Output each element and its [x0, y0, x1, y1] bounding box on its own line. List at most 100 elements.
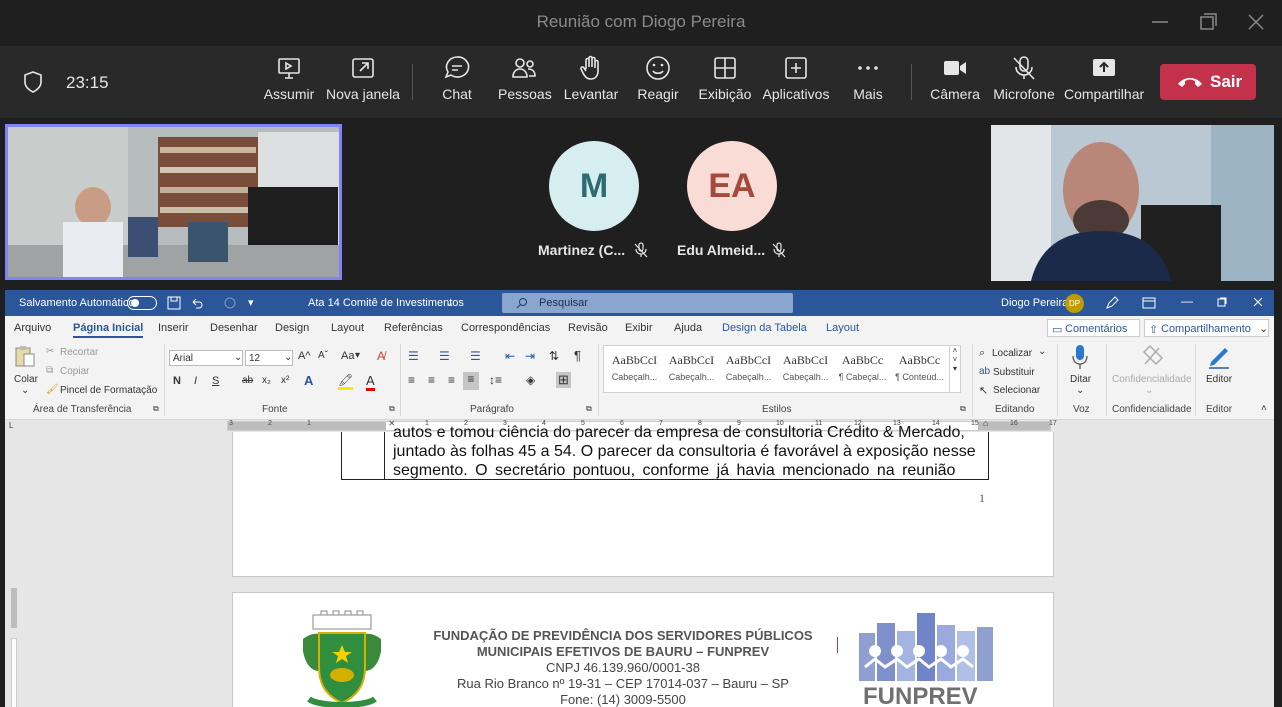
tab-selector-icon[interactable]: L — [9, 421, 13, 430]
minimize-icon[interactable] — [1148, 10, 1172, 34]
editor-button[interactable]: Editor — [1206, 374, 1232, 385]
exibicao-button[interactable]: Exibição — [698, 54, 752, 102]
right-indent-marker-icon[interactable]: ⌂ — [983, 418, 988, 428]
multilevel-list-icon[interactable]: ☰ — [470, 349, 481, 363]
font-color-icon[interactable]: A — [366, 373, 375, 391]
sensitivity-icon[interactable] — [1141, 344, 1163, 368]
tab-referencias[interactable]: Referências — [384, 322, 443, 334]
more-styles-icon[interactable]: ▾ — [950, 364, 960, 373]
maximize-icon[interactable] — [1217, 297, 1227, 307]
format-painter-button[interactable]: Pincel de Formatação — [60, 385, 157, 396]
dialog-launcher-icon[interactable]: ⧉ — [960, 404, 966, 414]
nova-janela-button[interactable]: Nova janela — [326, 54, 400, 102]
clear-formatting-icon[interactable]: A̸ — [377, 349, 385, 363]
aplicativos-button[interactable]: Aplicativos — [762, 54, 830, 102]
chevron-down-icon[interactable]: ⌄ — [1145, 385, 1153, 396]
numbering-icon[interactable]: ☰ — [439, 349, 450, 363]
strikethrough-button[interactable]: ab — [242, 375, 253, 386]
document-line[interactable]: autos e tomou ciência do parecer da empr… — [393, 424, 965, 442]
align-center-icon[interactable]: ≡ — [428, 373, 435, 387]
camera-button[interactable]: Câmera — [930, 54, 980, 102]
tab-inserir[interactable]: Inserir — [158, 322, 189, 334]
microfone-button[interactable]: Microfone — [992, 54, 1056, 102]
leave-button[interactable]: Sair — [1160, 64, 1256, 100]
grow-font-icon[interactable]: A^ — [298, 350, 311, 362]
cut-button[interactable]: Recortar — [60, 347, 98, 358]
share-button[interactable]: ⇧ Compartilhamento ⌄ — [1144, 319, 1269, 337]
tab-revisao[interactable]: Revisão — [568, 322, 608, 334]
paste-icon[interactable] — [14, 344, 36, 368]
paste-label[interactable]: Colar — [14, 374, 38, 385]
tab-layout[interactable]: Layout — [331, 322, 364, 334]
chat-button[interactable]: Chat — [436, 54, 478, 102]
justify-icon[interactable]: ≡ — [463, 372, 479, 390]
chevron-down-icon[interactable]: ⌄ — [1076, 385, 1084, 396]
decrease-indent-icon[interactable]: ⇤ — [505, 349, 515, 363]
dictate-button[interactable]: Ditar — [1070, 374, 1091, 385]
line-spacing-icon[interactable]: ↕≡ — [489, 373, 502, 387]
mais-button[interactable]: Mais — [846, 54, 890, 102]
tab-pagina-inicial[interactable]: Página Inicial — [73, 322, 144, 338]
underline-button[interactable]: S — [212, 375, 219, 387]
change-case-button[interactable]: Aa — [341, 350, 354, 362]
font-name-box[interactable]: Arial ⌄ — [169, 350, 243, 366]
shrink-font-icon[interactable]: Aˇ — [318, 350, 328, 361]
font-size-box[interactable]: 12 ⌄ — [245, 350, 293, 366]
qat-customize-icon[interactable]: ▾ — [248, 296, 254, 309]
show-formatting-icon[interactable]: ¶ — [574, 348, 581, 363]
participant-video-left[interactable] — [5, 124, 342, 280]
chevron-up-icon[interactable]: ˄ — [950, 346, 960, 355]
maximize-icon[interactable] — [1196, 10, 1220, 34]
collapse-ribbon-icon[interactable]: ˄ — [1261, 403, 1267, 414]
chevron-down-icon[interactable]: ⌄ — [21, 385, 29, 396]
save-icon[interactable] — [167, 296, 181, 310]
document-page[interactable]: FUNDAÇÃO DE PREVIDÊNCIA DOS SERVIDORES P… — [232, 592, 1054, 707]
style-item[interactable]: AaBbCcI Cabeçalh... — [663, 346, 720, 392]
subscript-button[interactable]: x₂ — [262, 375, 271, 386]
select-button[interactable]: Selecionar — [993, 385, 1040, 396]
vertical-ruler[interactable] — [9, 588, 19, 707]
tab-ajuda[interactable]: Ajuda — [674, 322, 702, 334]
chevron-down-icon[interactable]: ⌄ — [1038, 346, 1046, 357]
levantar-button[interactable]: Levantar — [562, 54, 620, 102]
shield-icon[interactable] — [22, 70, 44, 94]
tab-desenhar[interactable]: Desenhar — [210, 322, 258, 334]
pen-icon[interactable] — [1105, 296, 1119, 310]
comments-button[interactable]: ▭ Comentários — [1047, 319, 1140, 337]
participant-avatar-ea[interactable]: EA — [687, 141, 777, 231]
styles-scroll[interactable]: ˄ ˅ ▾ — [949, 346, 960, 392]
tab-design[interactable]: Design — [275, 322, 309, 334]
close-icon[interactable] — [1253, 297, 1263, 307]
chevron-down-icon[interactable]: ˅ — [950, 355, 960, 364]
style-item[interactable]: AaBbCcI Cabeçalh... — [777, 346, 834, 392]
redo-icon[interactable] — [223, 296, 237, 310]
tab-layout-tabela[interactable]: Layout — [826, 322, 859, 334]
dialog-launcher-icon[interactable]: ⧉ — [389, 404, 395, 414]
highlight-icon[interactable]: 🖍 — [338, 373, 354, 390]
tab-correspondencias[interactable]: Correspondências — [461, 322, 550, 334]
pessoas-button[interactable]: Pessoas — [498, 54, 552, 102]
close-icon[interactable] — [1244, 10, 1268, 34]
document-line[interactable]: juntado às folhas 45 a 54. O parecer da … — [393, 443, 976, 461]
copy-button[interactable]: Copiar — [60, 366, 89, 377]
reagir-button[interactable]: Reagir — [636, 54, 680, 102]
document-line[interactable]: segmento. O secretário pontuou, conforme… — [393, 462, 955, 480]
bullets-icon[interactable]: ☰ — [408, 349, 419, 363]
microphone-icon[interactable] — [1071, 344, 1089, 370]
tab-exibir[interactable]: Exibir — [625, 322, 653, 334]
tab-design-da-tabela[interactable]: Design da Tabela — [722, 322, 807, 334]
borders-icon[interactable]: ⊞ — [556, 372, 571, 388]
user-avatar[interactable]: DP — [1065, 294, 1084, 313]
editor-icon[interactable] — [1206, 344, 1232, 370]
find-button[interactable]: Localizar — [992, 348, 1032, 359]
document-page[interactable]: autos e tomou ciência do parecer da empr… — [232, 424, 1054, 577]
bold-button[interactable]: N — [173, 375, 181, 387]
align-right-icon[interactable]: ≡ — [448, 373, 455, 387]
sort-icon[interactable]: ⇅ — [549, 349, 559, 363]
style-item[interactable]: AaBbCcI Cabeçalh... — [720, 346, 777, 392]
increase-indent-icon[interactable]: ⇥ — [525, 349, 535, 363]
sensitivity-button[interactable]: Confidencialidade — [1112, 374, 1192, 385]
assumir-button[interactable]: Assumir — [258, 54, 320, 102]
italic-button[interactable]: I — [194, 375, 197, 387]
superscript-button[interactable]: x² — [281, 375, 289, 386]
